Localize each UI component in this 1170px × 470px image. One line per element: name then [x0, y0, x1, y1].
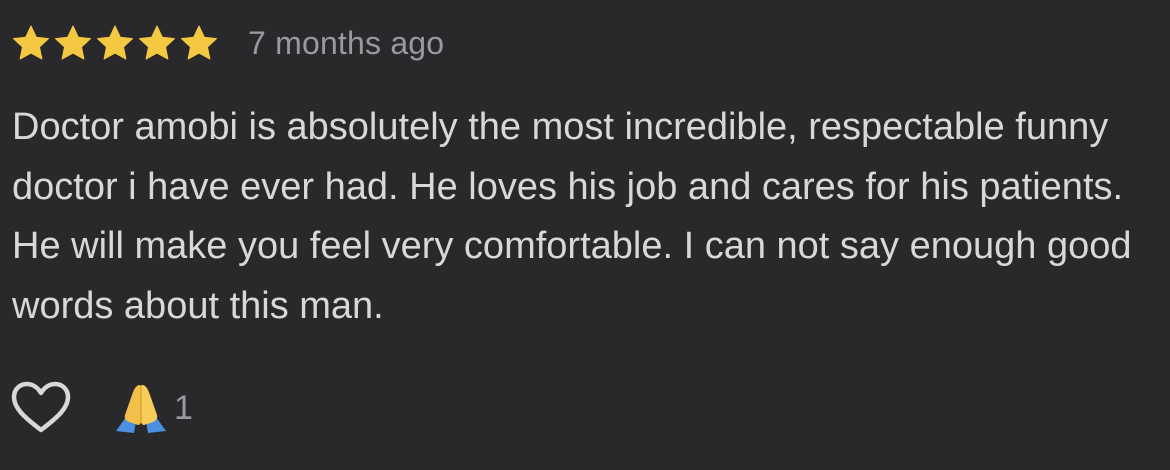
- review-card: 7 months ago Doctor amobi is absolutely …: [0, 0, 1170, 470]
- review-timestamp: 7 months ago: [248, 24, 445, 61]
- reaction-count: 1: [174, 388, 193, 427]
- review-actions: 1: [10, 380, 193, 436]
- review-header: 7 months ago: [10, 22, 444, 64]
- star-rating: [10, 23, 220, 63]
- star-icon: [94, 23, 136, 63]
- star-icon: [52, 23, 94, 63]
- heart-outline-icon: [11, 381, 71, 433]
- review-body: Doctor amobi is absolutely the most incr…: [12, 106, 1132, 327]
- star-icon: [178, 23, 220, 63]
- star-icon: [136, 23, 178, 63]
- praying-hands-icon: [112, 381, 170, 435]
- star-icon: [10, 23, 52, 63]
- reaction-pray[interactable]: 1: [112, 381, 193, 435]
- like-button[interactable]: [10, 380, 72, 436]
